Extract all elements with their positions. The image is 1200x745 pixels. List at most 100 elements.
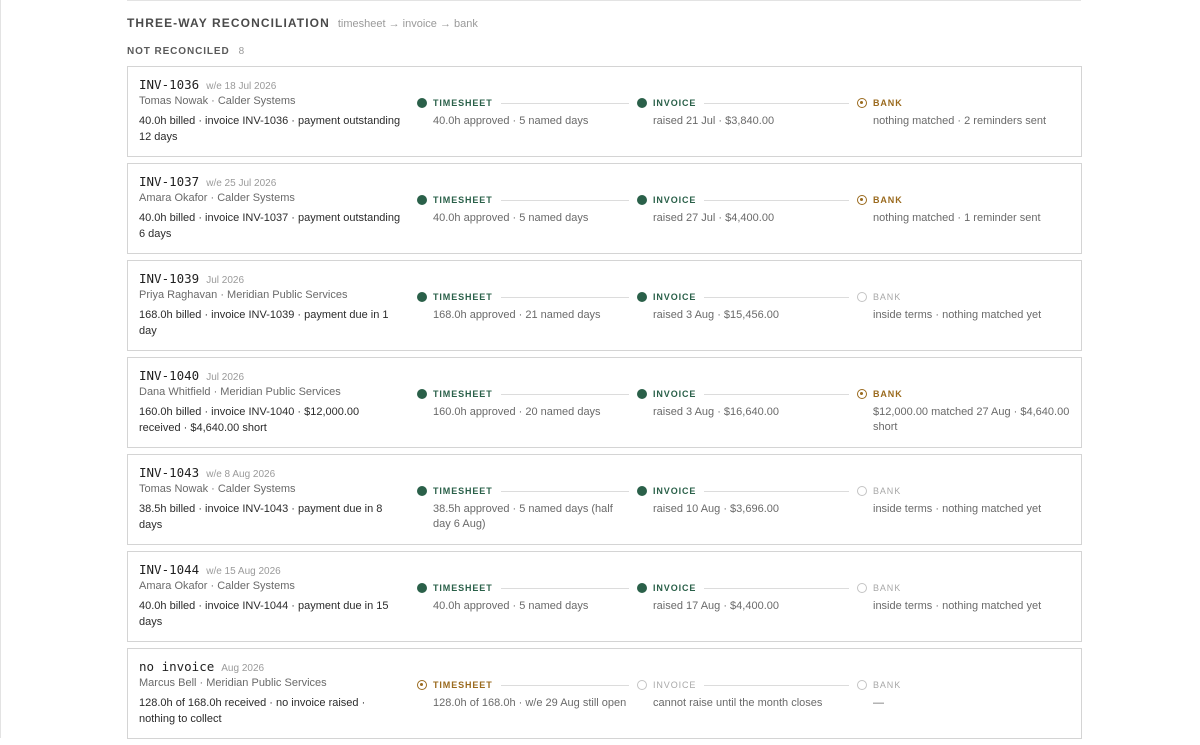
stage-label: INVOICE xyxy=(653,389,697,399)
section-count: 8 xyxy=(238,46,245,57)
stage-connector xyxy=(704,199,850,201)
stage-head: TIMESHEET xyxy=(417,388,633,400)
reconciliation-card[interactable]: INV-1039 Jul 2026 Priya Raghavan · Meridia… xyxy=(127,260,1082,351)
stage-detail: inside terms · nothing matched yet xyxy=(873,503,1042,515)
stage-head: INVOICE xyxy=(637,97,853,109)
ok-status-icon xyxy=(417,583,427,593)
card-id-line: INV-1044 w/e 15 Aug 2026 xyxy=(139,562,401,577)
stage-detail: 40.0h approved · 5 named days xyxy=(433,115,589,127)
stage-head: TIMESHEET xyxy=(417,485,633,497)
stage-label: TIMESHEET xyxy=(433,486,493,496)
stage-detail: raised 3 Aug · $15,456.00 xyxy=(653,309,779,321)
stage-label: TIMESHEET xyxy=(433,680,493,690)
card-id-line: INV-1040 Jul 2026 xyxy=(139,368,401,383)
page-title: THREE-WAY RECONCILIATION xyxy=(127,16,330,30)
invoice-id: INV-1037 xyxy=(139,174,200,189)
empty-status-icon xyxy=(857,486,867,496)
stage-label: TIMESHEET xyxy=(433,98,493,108)
ok-status-icon xyxy=(637,486,647,496)
stage-detail: 38.5h approved · 5 named days (half day … xyxy=(433,503,613,530)
empty-status-icon xyxy=(857,292,867,302)
stage-label: BANK xyxy=(873,195,903,205)
stage-detail: $12,000.00 matched 27 Aug · $4,640.00 sh… xyxy=(873,406,1070,433)
stage-label: BANK xyxy=(873,583,902,593)
stage-detail: raised 21 Jul · $3,840.00 xyxy=(653,115,775,127)
stage-invoice: INVOICE cannot raise until the month clos… xyxy=(637,679,853,711)
stage-bank: BANK — xyxy=(857,679,1079,711)
card-id-line: INV-1043 w/e 8 Aug 2026 xyxy=(139,465,401,480)
stage-bank: BANK $12,000.00 matched 27 Aug · $4,640.0… xyxy=(857,388,1079,435)
reconciliation-card[interactable]: INV-1043 w/e 8 Aug 2026 Tomas Nowak · Cald… xyxy=(127,454,1082,545)
stage-label: INVOICE xyxy=(653,680,697,690)
stage-head: INVOICE xyxy=(637,388,853,400)
stage-label: INVOICE xyxy=(653,486,697,496)
stage-invoice: INVOICE raised 17 Aug · $4,400.00 xyxy=(637,582,853,614)
stage-detail: — xyxy=(873,697,884,709)
stage-label: TIMESHEET xyxy=(433,292,493,302)
stage-head: TIMESHEET xyxy=(417,582,633,594)
stage-invoice: INVOICE raised 27 Jul · $4,400.00 xyxy=(637,194,853,226)
stage-head: BANK xyxy=(857,388,1079,400)
contractor-client: Amara Okafor · Calder Systems xyxy=(139,192,295,204)
stage-invoice: INVOICE raised 3 Aug · $16,640.00 xyxy=(637,388,853,420)
card-info: INV-1036 w/e 18 Jul 2026 Tomas Nowak · Cal… xyxy=(139,77,401,145)
stage-detail: inside terms · nothing matched yet xyxy=(873,309,1042,321)
card-info: INV-1037 w/e 25 Jul 2026 Amara Okafor · Ca… xyxy=(139,174,401,242)
reconciliation-card[interactable]: INV-1037 w/e 25 Jul 2026 Amara Okafor · Ca… xyxy=(127,163,1082,254)
invoice-id: INV-1036 xyxy=(139,77,200,92)
reconciliation-card[interactable]: INV-1044 w/e 15 Aug 2026 Amara Okafor · Ca… xyxy=(127,551,1082,642)
stage-detail: 160.0h approved · 20 named days xyxy=(433,406,601,418)
stage-connector xyxy=(704,587,850,589)
stage-label: TIMESHEET xyxy=(433,195,493,205)
billing-summary: 40.0h billed · invoice INV-1044 · paymen… xyxy=(139,600,389,628)
card-container: INV-1036 w/e 18 Jul 2026 Tomas Nowak · Cal… xyxy=(127,66,1082,739)
contractor-client: Priya Raghavan · Meridian Public Service… xyxy=(139,289,348,301)
reconciliation-list: INV-1036 w/e 18 Jul 2026 Tomas Nowak · Cal… xyxy=(127,66,1082,745)
stage-timesheet: TIMESHEET 128.0h of 168.0h · w/e 29 Aug s… xyxy=(417,679,633,711)
invoice-id: no invoice xyxy=(139,659,215,674)
stage-detail: raised 10 Aug · $3,696.00 xyxy=(653,503,779,515)
stage-detail: raised 27 Jul · $4,400.00 xyxy=(653,212,775,224)
reconciliation-card[interactable]: INV-1040 Jul 2026 Dana Whitfield · Meridia… xyxy=(127,357,1082,448)
billing-summary: 160.0h billed · invoice INV-1040 · $12,0… xyxy=(139,406,360,434)
contractor-client: Tomas Nowak · Calder Systems xyxy=(139,95,296,107)
stage-timesheet: TIMESHEET 40.0h approved · 5 named days xyxy=(417,194,633,226)
stage-head: TIMESHEET xyxy=(417,97,633,109)
invoice-id: INV-1043 xyxy=(139,465,200,480)
empty-status-icon xyxy=(857,680,867,690)
stage-label: INVOICE xyxy=(653,292,697,302)
ok-status-icon xyxy=(637,195,647,205)
ok-status-icon xyxy=(417,292,427,302)
card-info: INV-1040 Jul 2026 Dana Whitfield · Meridia… xyxy=(139,368,401,436)
page-header: THREE-WAY RECONCILIATION timesheet → inv… xyxy=(127,16,478,30)
billing-summary: 40.0h billed · invoice INV-1036 · paymen… xyxy=(139,115,401,143)
stage-connector xyxy=(704,490,850,492)
invoice-id: INV-1040 xyxy=(139,368,200,383)
stage-invoice: INVOICE raised 21 Jul · $3,840.00 xyxy=(637,97,853,129)
stage-head: INVOICE xyxy=(637,291,853,303)
stage-detail: 128.0h of 168.0h · w/e 29 Aug still open xyxy=(433,697,627,709)
stage-head: INVOICE xyxy=(637,679,853,691)
period: Aug 2026 xyxy=(221,663,265,674)
stage-head: BANK xyxy=(857,194,1079,206)
stage-timesheet: TIMESHEET 168.0h approved · 21 named days xyxy=(417,291,633,323)
warn-status-icon xyxy=(857,389,867,399)
stage-detail: cannot raise until the month closes xyxy=(653,697,823,709)
period: Jul 2026 xyxy=(206,372,245,383)
warn-status-icon xyxy=(857,98,867,108)
billing-summary: 38.5h billed · invoice INV-1043 · paymen… xyxy=(139,503,383,531)
frame-border-top xyxy=(127,0,1081,1)
ok-status-icon xyxy=(417,98,427,108)
frame-border-left xyxy=(0,0,1,738)
reconciliation-card[interactable]: INV-1036 w/e 18 Jul 2026 Tomas Nowak · Cal… xyxy=(127,66,1082,157)
stage-invoice: INVOICE raised 10 Aug · $3,696.00 xyxy=(637,485,853,517)
stage-detail: 40.0h approved · 5 named days xyxy=(433,212,589,224)
contractor-client: Amara Okafor · Calder Systems xyxy=(139,580,295,592)
ok-status-icon xyxy=(637,292,647,302)
stage-connector xyxy=(500,199,629,201)
stage-label: BANK xyxy=(873,98,903,108)
billing-summary: 40.0h billed · invoice INV-1037 · paymen… xyxy=(139,212,401,240)
stage-label: BANK xyxy=(873,389,903,399)
reconciliation-card[interactable]: no invoice Aug 2026 Marcus Bell · Meridian… xyxy=(127,648,1082,739)
stage-head: BANK xyxy=(857,97,1079,109)
